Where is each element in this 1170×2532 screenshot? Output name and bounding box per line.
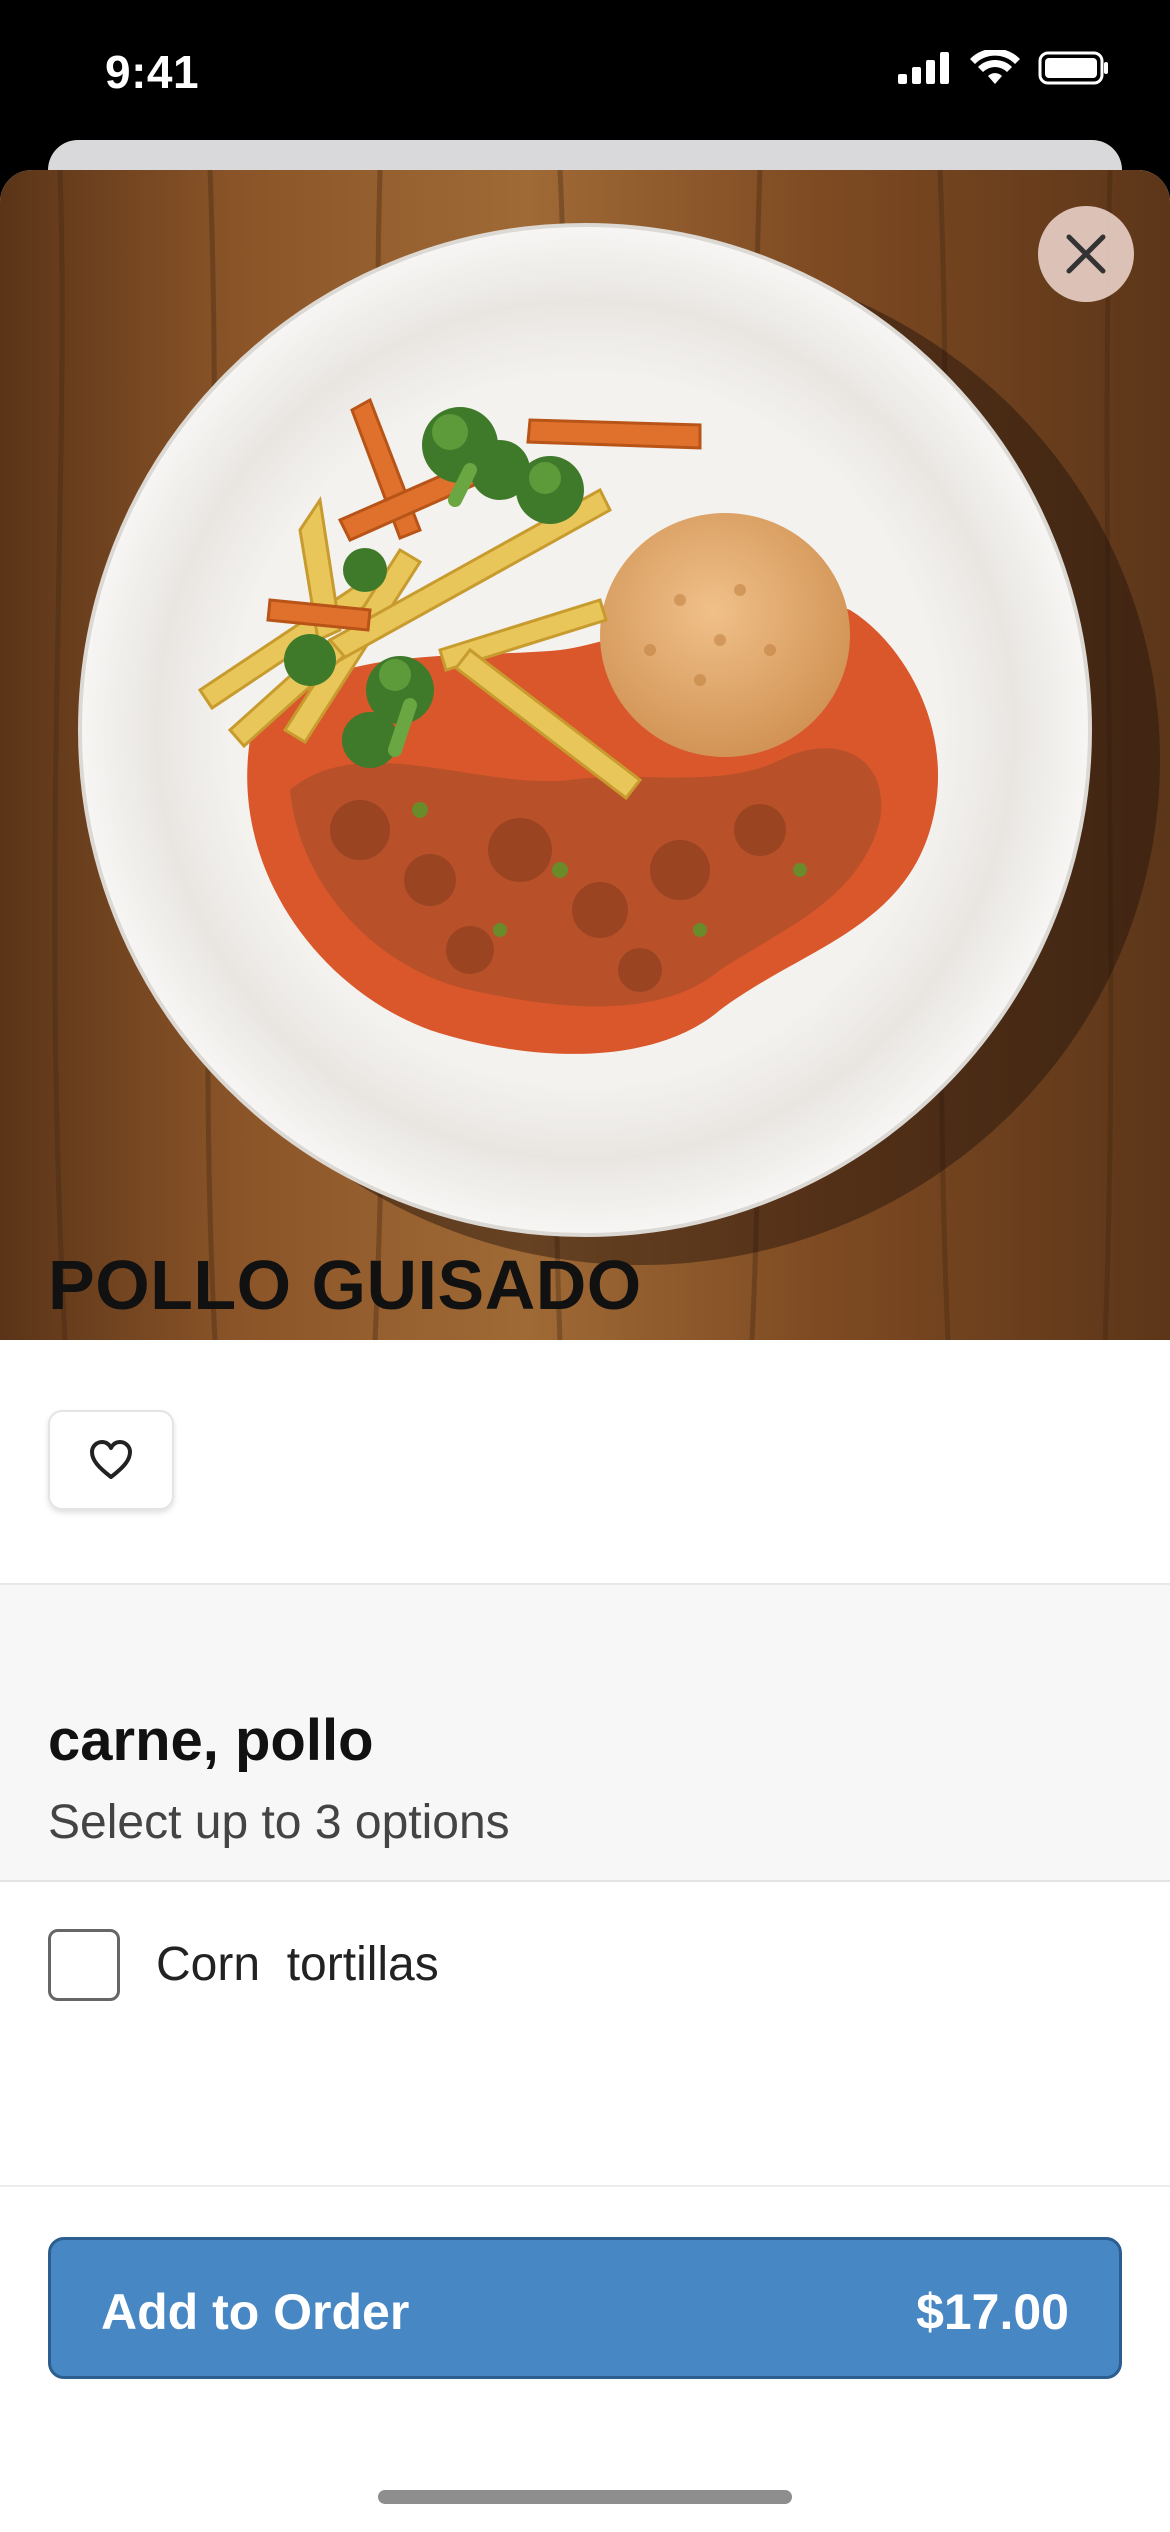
status-bar: 9:41 (0, 0, 1170, 150)
product-title: POLLO GUISADO (48, 1246, 642, 1324)
add-to-order-button[interactable]: Add to Order $17.00 (48, 2237, 1122, 2379)
close-button[interactable] (1038, 206, 1134, 302)
footer: Add to Order $17.00 (0, 2185, 1170, 2532)
status-time: 9:41 (105, 46, 200, 98)
product-image (0, 170, 1170, 1340)
wifi-icon (970, 50, 1020, 84)
favorite-button[interactable] (48, 1410, 174, 1510)
close-icon (1066, 234, 1106, 274)
status-icons (898, 50, 1110, 86)
battery-icon (1038, 51, 1108, 85)
option-label: Corn tortillas (156, 1938, 439, 1991)
add-to-order-label: Add to Order (101, 2284, 410, 2340)
cellular-signal-icon (898, 52, 949, 84)
home-indicator (378, 2490, 792, 2504)
modifier-group-title: carne, pollo (48, 1708, 374, 1773)
item-detail-sheet (0, 170, 1170, 2532)
order-price: $17.00 (916, 2284, 1069, 2340)
option-checkbox[interactable] (48, 1929, 120, 2001)
option-row-corn-tortillas[interactable]: Corn tortillas (0, 1882, 1170, 2022)
heart-outline-icon (90, 1440, 132, 1479)
modifier-group-subtitle: Select up to 3 options (48, 1796, 510, 1849)
food-photo (0, 170, 1170, 1340)
